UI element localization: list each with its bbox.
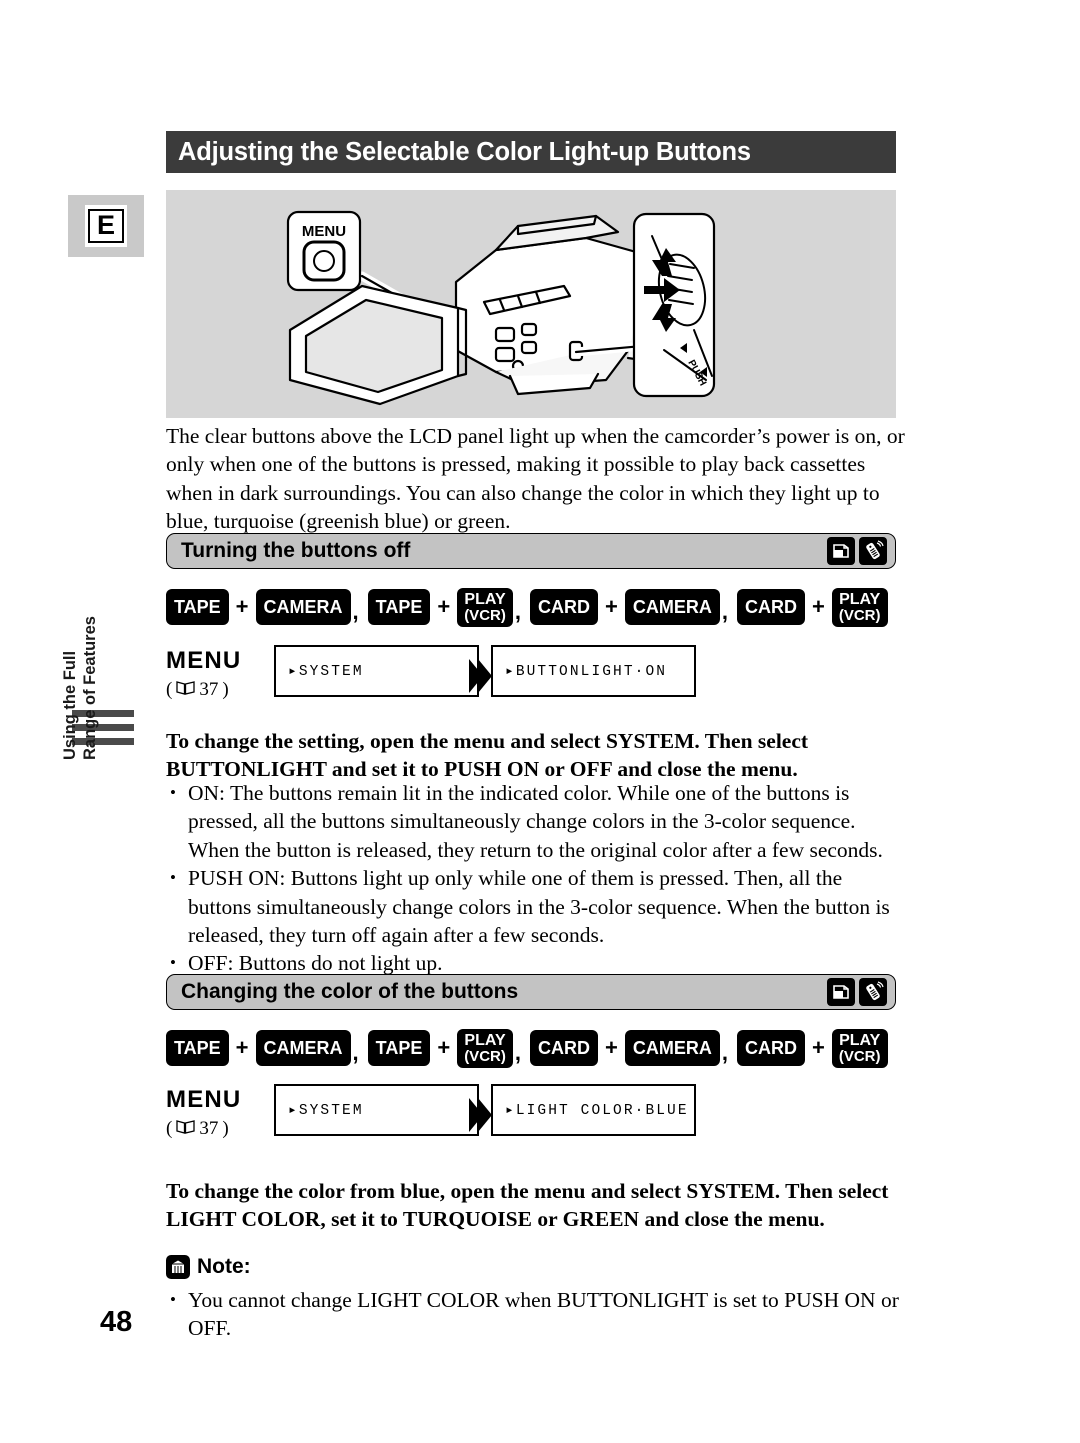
sidebar-chapter-label-line2: Range of Features <box>81 616 99 760</box>
intro-paragraph: The clear buttons above the LCD panel li… <box>166 424 905 534</box>
plus-separator: + <box>604 1035 618 1060</box>
mode-chip-camera[interactable]: CAMERA <box>255 589 351 625</box>
section-icon-group <box>827 978 895 1006</box>
menu-page-reference: ( 37 ) <box>166 679 229 701</box>
sidebar-chapter-label: Using the Full Range of Features <box>60 560 100 760</box>
menu-ref-page: 37 <box>199 1118 219 1139</box>
menu-lcd-box-system: ▸SYSTEM <box>274 1084 479 1136</box>
menu-lcd-text: ▸BUTTONLIGHT·ON <box>505 663 668 680</box>
menu-navigation-section2: MENU ( 37 ) ▸SYSTEM ▸LIGHT COLOR·BLUE <box>166 1084 906 1146</box>
note-label: Note: <box>197 1255 251 1278</box>
mode-chip-play-vcr[interactable]: PLAY (VCR) <box>457 1028 513 1068</box>
mode-chip-tape[interactable]: TAPE <box>367 1030 431 1066</box>
menu-word: MENU <box>166 647 242 674</box>
menu-lcd-box-buttonlight: ▸BUTTONLIGHT·ON <box>491 645 696 697</box>
mode-button-row-section2: TAPE + CAMERA , TAPE + PLAY (VCR) , CARD… <box>166 1028 906 1068</box>
comma-separator: , <box>352 1040 359 1065</box>
mode-chip-play-vcr-line2: (VCR) <box>464 1047 506 1065</box>
mode-chip-play-vcr[interactable]: PLAY (VCR) <box>831 587 888 627</box>
double-chevron-icon <box>466 657 492 700</box>
menu-word: MENU <box>166 1086 242 1113</box>
menu-lcd-text: ▸SYSTEM <box>288 663 364 680</box>
menu-ref-close-paren: ) <box>222 1118 229 1139</box>
book-icon <box>176 1118 195 1140</box>
menu-ref-open-paren: ( <box>166 1118 173 1139</box>
mode-chip-camera[interactable]: CAMERA <box>624 1030 720 1066</box>
page-title: Adjusting the Selectable Color Light-up … <box>178 137 751 166</box>
comma-separator: , <box>352 599 359 624</box>
section-icon-group <box>827 537 895 565</box>
section-heading: Turning the buttons off <box>181 539 411 562</box>
plus-separator: + <box>235 594 249 619</box>
language-tab: E <box>68 195 144 257</box>
page-title-bar: Adjusting the Selectable Color Light-up … <box>166 131 896 173</box>
mode-chip-play-vcr-line2: (VCR) <box>464 606 506 624</box>
language-tab-inner: E <box>85 205 127 247</box>
section-heading: Changing the color of the buttons <box>181 980 519 1003</box>
plus-separator: + <box>604 594 618 619</box>
double-chevron-icon <box>466 1096 492 1139</box>
instruction-text-section2: To change the color from blue, open the … <box>166 1179 889 1232</box>
mode-chip-card[interactable]: CARD <box>529 589 598 625</box>
camcorder-illustration: MENU PUSH <box>166 190 896 418</box>
comma-separator: , <box>514 599 521 624</box>
mode-chip-play-vcr[interactable]: PLAY (VCR) <box>457 587 513 627</box>
menu-ref-close-paren: ) <box>222 679 229 700</box>
mode-button-row-section1: TAPE + CAMERA , TAPE + PLAY (VCR) , CARD… <box>166 587 906 627</box>
remote-control-icon <box>859 537 887 565</box>
card-icon <box>827 978 855 1006</box>
mode-chip-play-vcr-line1: PLAY <box>839 590 881 608</box>
comma-separator: , <box>514 1040 521 1065</box>
mode-chip-camera[interactable]: CAMERA <box>255 1030 351 1066</box>
sidebar-chapter-label-line1: Using the Full <box>61 650 79 760</box>
comma-separator: , <box>721 599 728 624</box>
section-header-changing-color: Changing the color of the buttons <box>166 974 896 1010</box>
mode-chip-card[interactable]: CARD <box>529 1030 598 1066</box>
menu-lcd-box-light-color: ▸LIGHT COLOR·BLUE <box>491 1084 696 1136</box>
note-heading: Note: <box>166 1255 251 1279</box>
mode-chip-tape[interactable]: TAPE <box>166 589 229 625</box>
mode-chip-play-vcr-line1: PLAY <box>839 1031 881 1049</box>
mode-chip-card[interactable]: CARD <box>736 1030 805 1066</box>
menu-page-reference: ( 37 ) <box>166 1118 229 1140</box>
note-icon <box>166 1255 190 1279</box>
plus-separator: + <box>811 1035 825 1060</box>
plus-separator: + <box>437 1035 451 1060</box>
instruction-text-section1: To change the setting, open the menu and… <box>166 729 809 782</box>
mode-chip-play-vcr-line1: PLAY <box>464 590 506 608</box>
menu-lcd-text: ▸SYSTEM <box>288 1102 364 1119</box>
menu-navigation-section1: MENU ( 37 ) ▸SYSTEM ▸BUTTONLIGHT·ON <box>166 645 906 707</box>
language-tab-letter: E <box>87 209 124 243</box>
mode-chip-camera[interactable]: CAMERA <box>624 589 720 625</box>
menu-ref-open-paren: ( <box>166 679 173 700</box>
menu-callout-label: MENU <box>302 223 346 240</box>
note-bullet-list: You cannot change LIGHT COLOR when BUTTO… <box>166 1286 906 1343</box>
mode-chip-play-vcr-line2: (VCR) <box>838 1047 881 1065</box>
book-icon <box>176 679 195 701</box>
mode-chip-play-vcr[interactable]: PLAY (VCR) <box>831 1028 888 1068</box>
card-icon <box>827 537 855 565</box>
list-item: You cannot change LIGHT COLOR when BUTTO… <box>166 1286 906 1343</box>
list-item: ON: The buttons remain lit in the indica… <box>166 779 906 864</box>
mode-chip-card[interactable]: CARD <box>736 589 805 625</box>
menu-ref-page: 37 <box>199 679 219 700</box>
section-header-turning-buttons-off: Turning the buttons off <box>166 533 896 569</box>
menu-lcd-text: ▸LIGHT COLOR·BLUE <box>505 1102 689 1119</box>
comma-separator: , <box>721 1040 728 1065</box>
bullet-list-section1: ON: The buttons remain lit in the indica… <box>166 779 906 978</box>
plus-separator: + <box>437 594 451 619</box>
mode-chip-play-vcr-line2: (VCR) <box>838 606 881 624</box>
mode-chip-play-vcr-line1: PLAY <box>464 1031 506 1049</box>
page-number: 48 <box>100 1306 133 1338</box>
mode-chip-tape[interactable]: TAPE <box>166 1030 229 1066</box>
mode-chip-tape[interactable]: TAPE <box>367 589 431 625</box>
list-item: PUSH ON: Buttons light up only while one… <box>166 864 906 949</box>
plus-separator: + <box>235 1035 249 1060</box>
remote-control-icon <box>859 978 887 1006</box>
menu-lcd-box-system: ▸SYSTEM <box>274 645 479 697</box>
plus-separator: + <box>811 594 825 619</box>
